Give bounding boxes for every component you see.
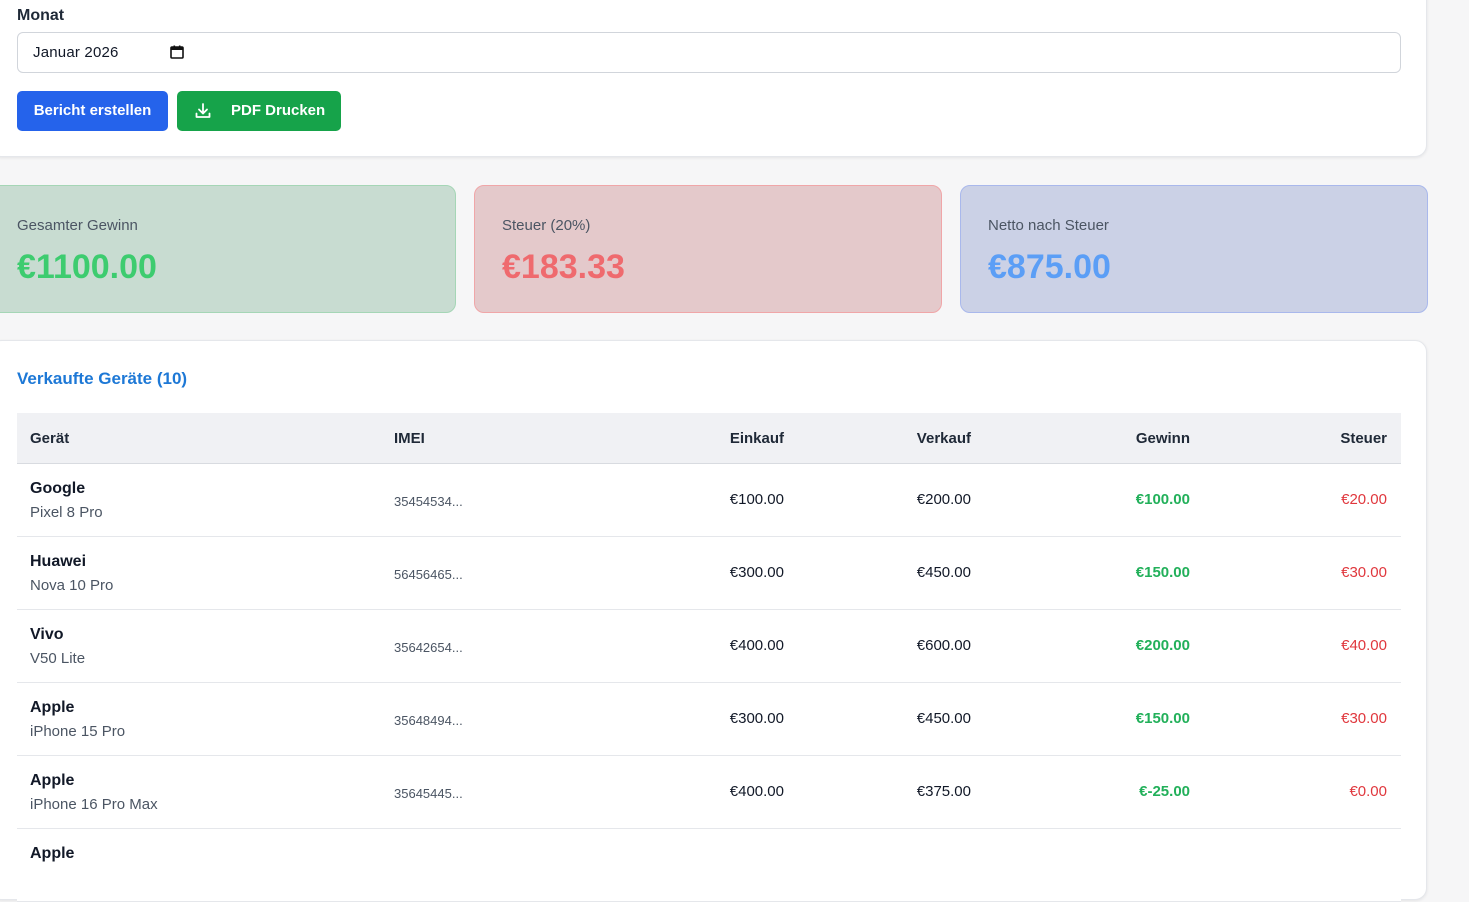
print-pdf-button[interactable]: PDF Drucken xyxy=(177,91,341,131)
sold-devices-table: Gerät IMEI Einkauf Verkauf Gewinn Steuer… xyxy=(17,413,1401,902)
column-header-sale[interactable]: Verkauf xyxy=(851,430,971,447)
column-header-imei[interactable]: IMEI xyxy=(394,430,425,447)
device-purchase: €300.00 xyxy=(729,710,784,727)
sold-devices-card: Verkaufte Geräte (10) Gerät IMEI Einkauf… xyxy=(0,340,1427,902)
table-row[interactable]: Apple iPhone 16 Pro Max 35645445... €400… xyxy=(17,756,1401,829)
device-imei: 56456465... xyxy=(394,567,463,582)
column-header-profit[interactable]: Gewinn xyxy=(1070,430,1190,447)
device-model: Nova 10 Pro xyxy=(30,577,114,594)
download-icon xyxy=(195,103,211,118)
device-model: iPhone 15 Pro xyxy=(30,723,126,740)
device-tax: €20.00 xyxy=(1341,491,1387,508)
device-brand: Apple xyxy=(30,772,75,789)
device-imei: 35642654... xyxy=(394,640,463,655)
device-brand: Apple xyxy=(30,699,75,716)
device-sale: €375.00 xyxy=(916,783,971,800)
total-profit-value: €1100.00 xyxy=(17,248,157,286)
device-profit: €200.00 xyxy=(1135,637,1190,654)
month-input[interactable]: Januar 2026 xyxy=(17,32,1401,73)
device-tax: €0.00 xyxy=(1349,783,1387,800)
device-imei: 35645445... xyxy=(394,786,463,801)
total-profit-label: Gesamter Gewinn xyxy=(17,217,138,234)
device-brand: Huawei xyxy=(30,553,87,570)
calendar-icon[interactable] xyxy=(170,45,184,59)
table-header: Gerät IMEI Einkauf Verkauf Gewinn Steuer xyxy=(17,413,1401,464)
device-sale: €450.00 xyxy=(916,710,971,727)
device-imei: 35454534... xyxy=(394,494,463,509)
tax-label: Steuer (20%) xyxy=(502,217,591,234)
device-profit: €150.00 xyxy=(1135,710,1190,727)
device-brand: Apple xyxy=(30,845,75,862)
device-brand: Vivo xyxy=(30,626,64,643)
table-row[interactable]: Apple iPhone 15 Pro 35648494... €300.00 … xyxy=(17,683,1401,756)
device-purchase: €400.00 xyxy=(729,783,784,800)
print-pdf-button-label: PDF Drucken xyxy=(231,102,326,119)
create-report-button[interactable]: Bericht erstellen xyxy=(17,91,168,131)
tax-value: €183.33 xyxy=(502,248,625,286)
table-row[interactable]: Huawei Nova 10 Pro 56456465... €300.00 €… xyxy=(17,537,1401,610)
device-imei: 35648494... xyxy=(394,713,463,728)
device-model: Pixel 8 Pro xyxy=(30,504,103,521)
month-input-value: Januar 2026 xyxy=(33,44,119,61)
column-header-device[interactable]: Gerät xyxy=(30,430,69,447)
device-sale: €600.00 xyxy=(916,637,971,654)
table-row[interactable]: Vivo V50 Lite 35642654... €400.00 €600.0… xyxy=(17,610,1401,683)
device-tax: €30.00 xyxy=(1341,710,1387,727)
device-tax: €30.00 xyxy=(1341,564,1387,581)
column-header-tax[interactable]: Steuer xyxy=(1267,430,1387,447)
table-row[interactable]: Google Pixel 8 Pro 35454534... €100.00 €… xyxy=(17,464,1401,537)
net-after-tax-value: €875.00 xyxy=(988,248,1111,286)
device-tax: €40.00 xyxy=(1341,637,1387,654)
device-model: V50 Lite xyxy=(30,650,86,667)
device-brand: Google xyxy=(30,480,86,497)
month-label: Monat xyxy=(17,7,65,24)
net-after-tax-label: Netto nach Steuer xyxy=(988,217,1109,234)
sold-devices-title: Verkaufte Geräte (10) xyxy=(17,369,188,388)
device-sale: €450.00 xyxy=(916,564,971,581)
device-purchase: €300.00 xyxy=(729,564,784,581)
device-purchase: €100.00 xyxy=(729,491,784,508)
report-filter-card: Monat Januar 2026 Bericht erstellen PDF … xyxy=(0,0,1427,157)
create-report-button-label: Bericht erstellen xyxy=(33,102,152,119)
device-purchase: €400.00 xyxy=(729,637,784,654)
device-profit: €150.00 xyxy=(1135,564,1190,581)
page-scroll-area[interactable] xyxy=(1437,0,1469,850)
table-row[interactable]: Apple xyxy=(17,829,1401,902)
total-profit-card: Gesamter Gewinn €1100.00 xyxy=(0,185,456,313)
device-model: iPhone 16 Pro Max xyxy=(30,796,158,813)
device-profit: €100.00 xyxy=(1135,491,1190,508)
device-sale: €200.00 xyxy=(916,491,971,508)
net-after-tax-card: Netto nach Steuer €875.00 xyxy=(960,185,1428,313)
device-profit: €-25.00 xyxy=(1139,783,1190,800)
tax-card: Steuer (20%) €183.33 xyxy=(474,185,942,313)
column-header-purchase[interactable]: Einkauf xyxy=(664,430,784,447)
